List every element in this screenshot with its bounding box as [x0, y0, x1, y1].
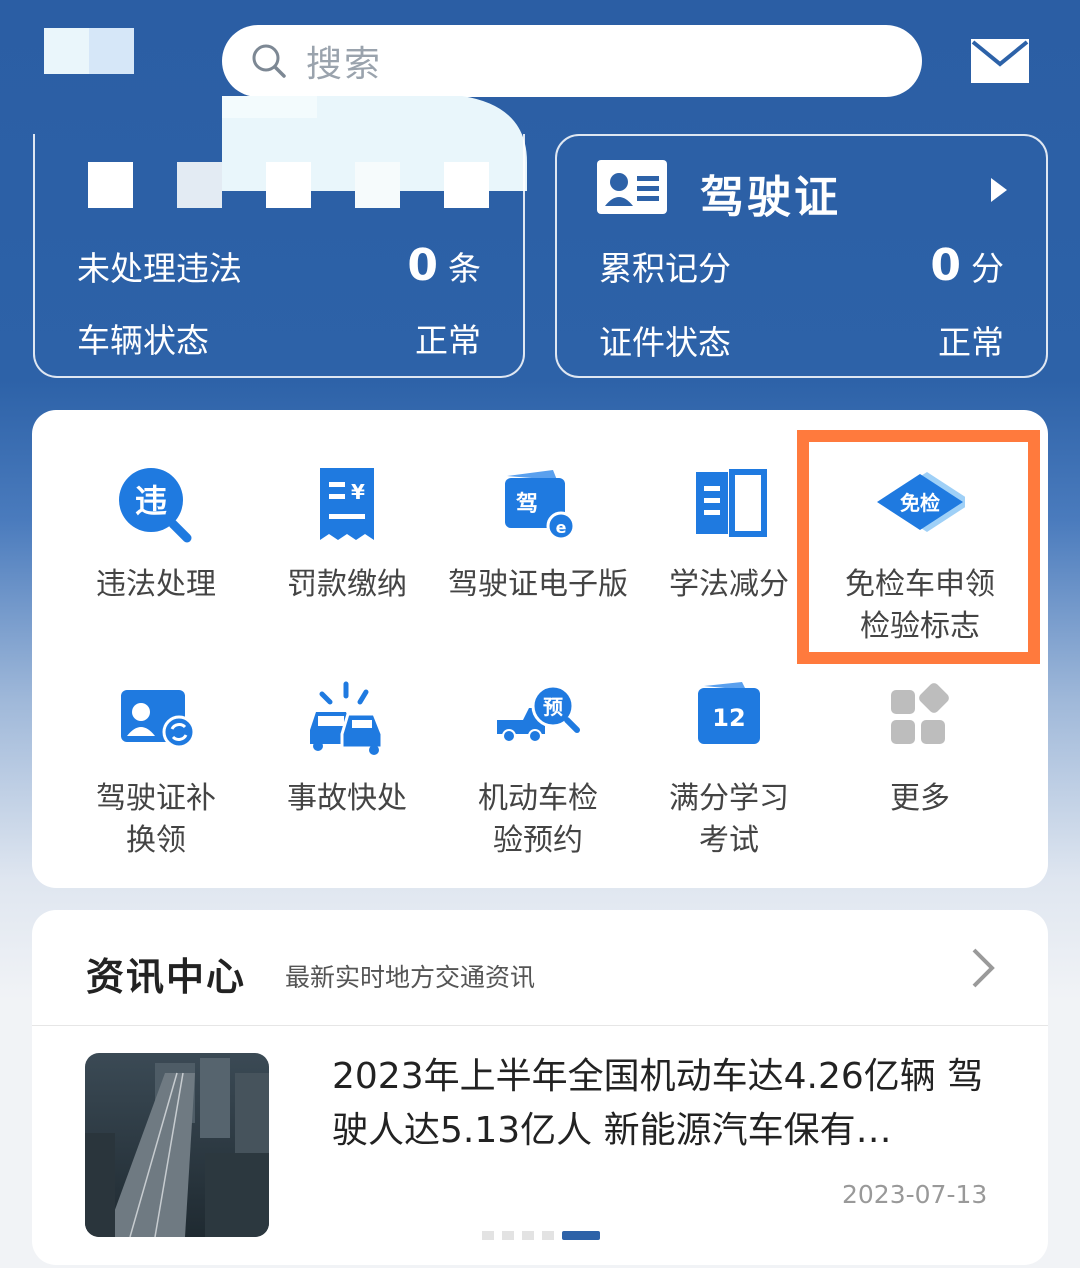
license-title: 驾驶证	[700, 172, 841, 223]
service-fine-payment[interactable]: ¥ 罚款缴纳	[252, 462, 442, 606]
inspection-booking-icon: 预	[497, 684, 580, 743]
service-violation-handling[interactable]: 违 违法处理	[61, 462, 251, 606]
highlight-box	[797, 430, 1040, 664]
service-label: 驾驶证电子版	[448, 567, 628, 602]
divider	[32, 1025, 1048, 1026]
mail-icon[interactable]	[970, 38, 1030, 84]
points-unit: 分	[971, 249, 1004, 288]
carousel-dot[interactable]	[502, 1230, 514, 1240]
service-label: 违法处理	[96, 567, 216, 602]
accident-icon	[310, 681, 384, 755]
violations-row: 未处理违法 0条	[77, 240, 481, 291]
license-status-row: 证件状态 正常	[599, 316, 1004, 364]
svg-text:预: 预	[543, 695, 563, 719]
carousel-dot-active[interactable]	[562, 1230, 600, 1240]
chevron-right-icon[interactable]	[989, 176, 1009, 204]
service-e-license[interactable]: 驾 e 驾驶证电子版	[443, 462, 633, 606]
points-row: 累积记分 0分	[599, 240, 1004, 291]
service-label: 满分学习考试	[669, 781, 789, 858]
news-headline[interactable]: 2023年上半年全国机动车达4.26亿辆 驾驶人达5.13亿人 新能源汽车保有…	[332, 1050, 1002, 1158]
violation-icon: 违	[119, 468, 192, 543]
service-full-score-exam[interactable]: 12 满分学习考试	[634, 676, 824, 862]
service-more[interactable]: 更多	[825, 676, 1015, 820]
news-title: 资讯中心	[86, 955, 247, 999]
e-license-icon: 驾 e	[505, 470, 576, 541]
carousel-indicator	[482, 1230, 600, 1240]
svg-text:e: e	[556, 518, 567, 537]
service-label: 更多	[890, 781, 950, 816]
vehicle-status-label: 车辆状态	[77, 321, 209, 360]
search-bar[interactable]: 搜索	[222, 25, 922, 97]
news-center: 资讯中心 最新实时地方交通资讯 2023年上半年全国机动车达4.26亿辆 驾驶人…	[32, 910, 1048, 1265]
violations-unit: 条	[448, 249, 481, 288]
service-accident-quick[interactable]: 事故快处	[252, 676, 442, 820]
license-status-value: 正常	[938, 323, 1004, 362]
news-thumbnail[interactable]	[85, 1053, 269, 1237]
license-status-label: 证件状态	[599, 323, 731, 362]
carousel-dot[interactable]	[482, 1230, 494, 1240]
license-card[interactable]: 驾驶证 累积记分 0分 证件状态 正常	[555, 134, 1048, 378]
service-label: 事故快处	[287, 781, 407, 816]
search-icon	[252, 44, 286, 78]
service-inspection-booking[interactable]: 预 机动车检验预约	[443, 676, 633, 862]
vehicle-card[interactable]: 未处理违法 0条 车辆状态 正常	[33, 134, 525, 378]
carousel-dot[interactable]	[542, 1230, 554, 1240]
svg-text:¥: ¥	[351, 480, 365, 504]
violations-label: 未处理违法	[77, 249, 242, 288]
vehicle-status-value: 正常	[415, 321, 481, 360]
svg-text:违: 违	[135, 482, 167, 520]
violations-count: 0	[407, 240, 438, 291]
service-label: 罚款缴纳	[287, 567, 407, 602]
more-grid-icon	[891, 683, 949, 744]
service-label: 学法减分	[669, 567, 789, 602]
points-label: 累积记分	[599, 249, 731, 288]
license-exchange-icon	[121, 690, 196, 749]
carousel-dot[interactable]	[522, 1230, 534, 1240]
service-label: 驾驶证补换领	[96, 781, 216, 858]
points-value: 0	[930, 240, 961, 291]
fine-receipt-icon: ¥	[320, 468, 374, 540]
service-study-reduce-points[interactable]: 学法减分	[634, 462, 824, 606]
svg-text:12: 12	[712, 704, 745, 732]
news-subtitle: 最新实时地方交通资讯	[285, 963, 536, 992]
search-placeholder: 搜索	[306, 44, 383, 85]
service-license-exchange[interactable]: 驾驶证补换领	[61, 676, 251, 862]
book-icon	[696, 469, 767, 537]
chevron-right-icon[interactable]	[970, 946, 996, 990]
calendar-12-icon: 12	[698, 682, 760, 744]
vehicle-status-row: 车辆状态 正常	[77, 314, 481, 362]
service-label: 机动车检验预约	[478, 781, 598, 858]
app-logo	[44, 28, 134, 74]
news-date: 2023-07-13	[842, 1180, 988, 1209]
svg-text:驾: 驾	[516, 491, 538, 517]
id-card-icon	[597, 160, 667, 214]
